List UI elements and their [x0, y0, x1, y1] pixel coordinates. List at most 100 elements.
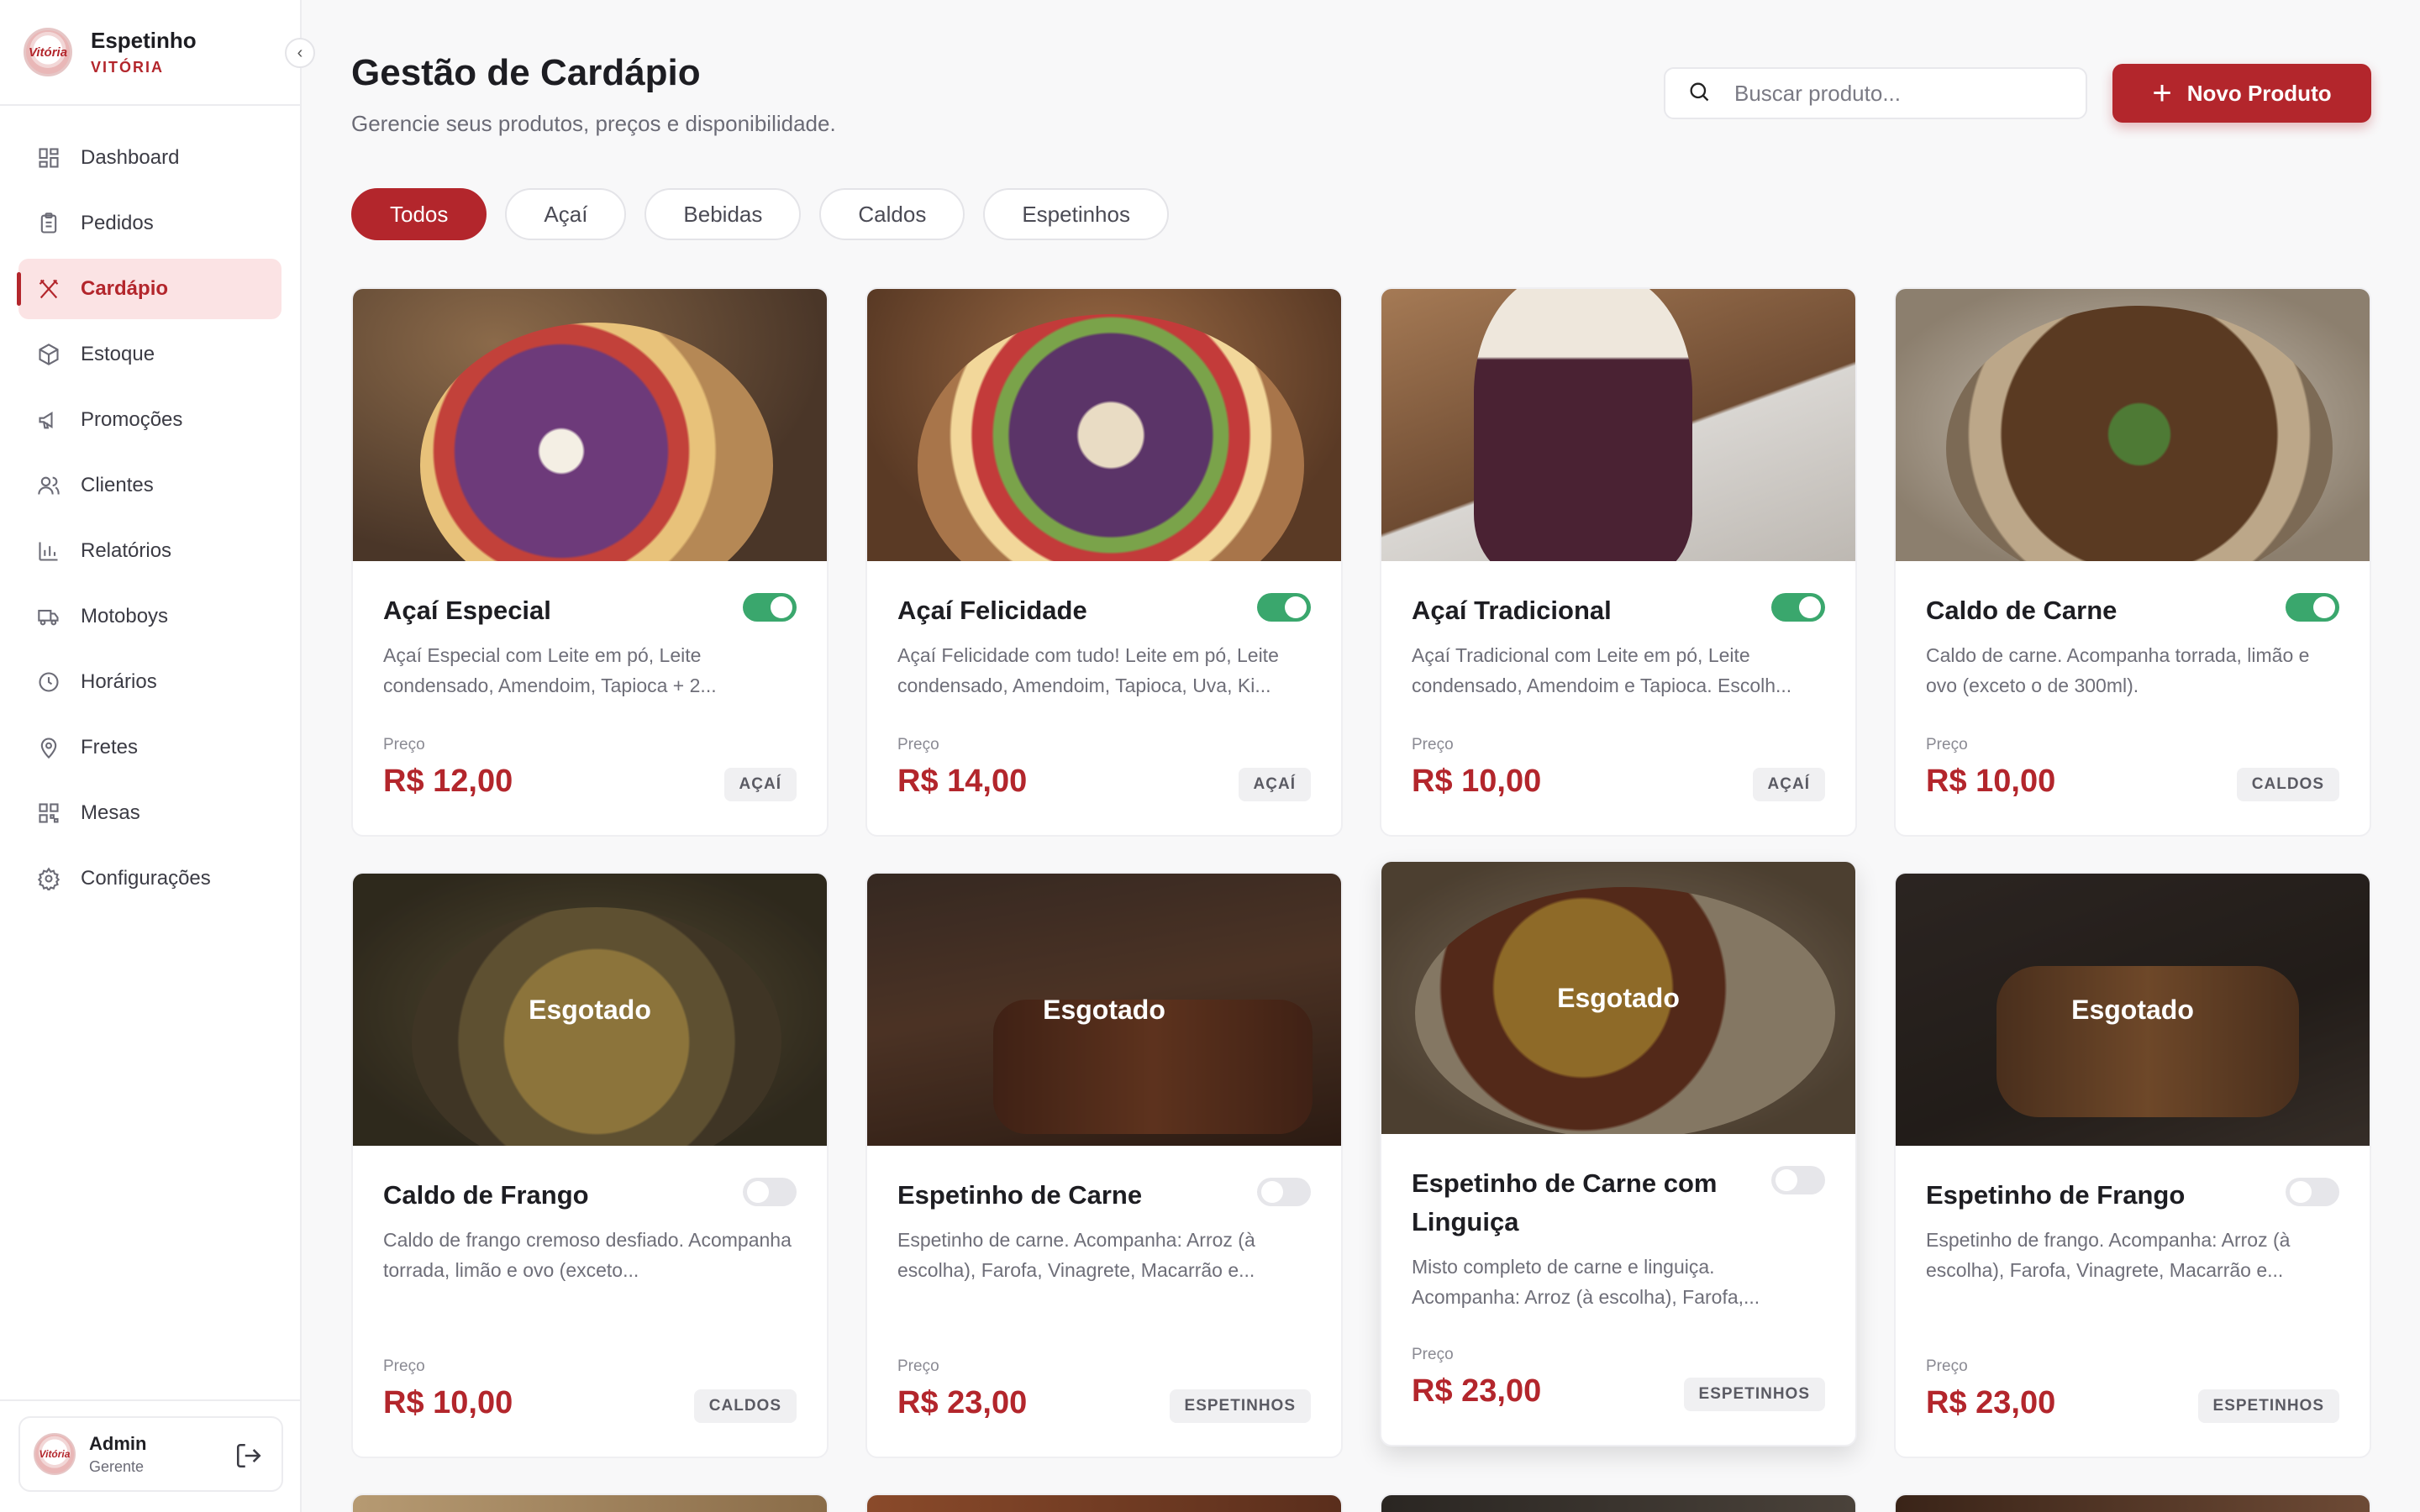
tab-acai[interactable]: Açaí — [505, 188, 627, 240]
map-pin-icon — [35, 734, 62, 761]
sidebar-item-horarios[interactable]: Horários — [18, 652, 281, 712]
availability-toggle[interactable] — [1771, 1166, 1825, 1194]
price-label: Preço — [897, 736, 939, 753]
brand-logo: Vitória — [24, 28, 72, 76]
sidebar-item-label: Fretes — [81, 736, 139, 759]
availability-toggle[interactable] — [743, 1178, 797, 1206]
product-name: Espetinho de Frango — [1926, 1180, 2186, 1210]
avatar-logo-text: Vitória — [39, 1448, 71, 1460]
product-price: R$ 10,00 — [1412, 764, 1542, 799]
sidebar-item-estoque[interactable]: Estoque — [18, 324, 281, 385]
sidebar-item-configuracoes[interactable]: Configurações — [18, 848, 281, 909]
sidebar-item-clientes[interactable]: Clientes — [18, 455, 281, 516]
sidebar-item-label: Cardápio — [81, 277, 169, 300]
availability-toggle[interactable] — [743, 593, 797, 622]
sidebar-item-label: Motoboys — [81, 605, 169, 627]
search-icon — [1687, 80, 1711, 108]
logout-icon[interactable] — [234, 1441, 263, 1470]
product-description: Açaí Especial com Leite em pó, Leite con… — [383, 644, 717, 696]
sidebar-item-relatorios[interactable]: Relatórios — [18, 521, 281, 581]
sold-out-overlay: Esgotado — [1381, 862, 1855, 1134]
product-card[interactable]: Esgotado Caldo de Frango Caldo de frango… — [351, 872, 829, 1458]
sidebar-item-label: Promoções — [81, 408, 183, 431]
price-label: Preço — [1412, 736, 1454, 753]
tab-espetinhos[interactable]: Espetinhos — [983, 188, 1169, 240]
qr-code-icon — [35, 800, 62, 827]
page-title: Gestão de Cardápio — [351, 52, 701, 93]
sold-out-overlay: Esgotado — [1896, 874, 2370, 1146]
product-description: Misto completo de carne e linguiça. Acom… — [1412, 1256, 1760, 1308]
search-input[interactable] — [1734, 80, 2070, 107]
product-image: Esgotado — [1381, 862, 1855, 1134]
sold-out-overlay: Esgotado — [867, 874, 1341, 1146]
brand-subtitle: VITÓRIA — [91, 59, 165, 76]
tab-todos[interactable]: Todos — [351, 188, 487, 240]
product-card-partial[interactable] — [1894, 1494, 2371, 1512]
user-name: Admin — [89, 1432, 147, 1454]
tab-bebidas[interactable]: Bebidas — [644, 188, 802, 240]
product-card-partial[interactable] — [1380, 1494, 1857, 1512]
user-profile[interactable]: Vitória Admin Gerente — [18, 1416, 283, 1492]
product-card[interactable]: Esgotado Espetinho de Carne com Linguiça… — [1380, 860, 1857, 1446]
sidebar-item-label: Relatórios — [81, 539, 172, 562]
search-box[interactable] — [1664, 67, 2087, 119]
product-description: Açaí Tradicional com Leite em pó, Leite … — [1412, 644, 1792, 696]
product-card[interactable]: Açaí Tradicional Açaí Tradicional com Le… — [1380, 287, 1857, 837]
bar-chart-icon — [35, 538, 62, 564]
sidebar-item-label: Configurações — [81, 867, 211, 890]
product-card-partial[interactable] — [865, 1494, 1343, 1512]
product-card[interactable]: Caldo de Carne Caldo de carne. Acompanha… — [1894, 287, 2371, 837]
sidebar-item-label: Clientes — [81, 474, 154, 496]
sidebar-item-label: Dashboard — [81, 146, 180, 169]
product-image: Esgotado — [353, 874, 827, 1146]
availability-toggle[interactable] — [1257, 1178, 1311, 1206]
sidebar-item-pedidos[interactable]: Pedidos — [18, 193, 281, 254]
product-image — [867, 289, 1341, 561]
sidebar-item-dashboard[interactable]: Dashboard — [18, 128, 281, 188]
category-badge: ESPETINHOS — [2197, 1389, 2339, 1423]
availability-toggle[interactable] — [2286, 1178, 2339, 1206]
availability-toggle[interactable] — [2286, 593, 2339, 622]
product-card-partial[interactable] — [351, 1494, 829, 1512]
sidebar-item-mesas[interactable]: Mesas — [18, 783, 281, 843]
product-description: Espetinho de carne. Acompanha: Arroz (à … — [897, 1229, 1255, 1281]
product-description: Caldo de frango cremoso desfiado. Acompa… — [383, 1229, 792, 1281]
truck-icon — [35, 603, 62, 630]
price-label: Preço — [1926, 1357, 1968, 1375]
product-card[interactable]: Esgotado Espetinho de Frango Espetinho d… — [1894, 872, 2371, 1458]
availability-toggle[interactable] — [1257, 593, 1311, 622]
category-badge: ESPETINHOS — [1683, 1378, 1825, 1411]
product-card[interactable]: Açaí Especial Açaí Especial com Leite em… — [351, 287, 829, 837]
category-badge: AÇAÍ — [1238, 768, 1311, 801]
new-product-button[interactable]: + Novo Produto — [2112, 64, 2371, 123]
availability-toggle[interactable] — [1771, 593, 1825, 622]
product-price: R$ 12,00 — [383, 764, 513, 799]
category-tabs: Todos Açaí Bebidas Caldos Espetinhos — [351, 188, 1187, 240]
sidebar-nav: Dashboard Pedidos Cardápio Estoque Promo… — [0, 106, 300, 909]
chevron-left-icon: ‹ — [297, 43, 303, 62]
sidebar-item-promocoes[interactable]: Promoções — [18, 390, 281, 450]
product-price: R$ 10,00 — [383, 1385, 513, 1420]
category-badge: CALDOS — [693, 1389, 797, 1423]
product-name: Caldo de Carne — [1926, 596, 2118, 625]
category-badge: AÇAÍ — [1752, 768, 1825, 801]
page-subtitle: Gerencie seus produtos, preços e disponi… — [351, 111, 836, 136]
dashboard-icon — [35, 144, 62, 171]
product-card[interactable]: Açaí Felicidade Açaí Felicidade com tudo… — [865, 287, 1343, 837]
brand-logo-text: Vitória — [28, 45, 68, 60]
sidebar-item-fretes[interactable]: Fretes — [18, 717, 281, 778]
sidebar-item-label: Estoque — [81, 343, 155, 365]
sidebar-item-motoboys[interactable]: Motoboys — [18, 586, 281, 647]
product-image: Esgotado — [867, 874, 1341, 1146]
product-price: R$ 23,00 — [897, 1385, 1028, 1420]
sidebar: Vitória Espetinho VITÓRIA ‹ Dashboard Pe… — [0, 0, 315, 1512]
collapse-sidebar-button[interactable]: ‹ — [285, 38, 315, 68]
price-label: Preço — [1412, 1346, 1454, 1363]
product-price: R$ 23,00 — [1926, 1385, 2056, 1420]
price-label: Preço — [1926, 736, 1968, 753]
product-card[interactable]: Esgotado Espetinho de Carne Espetinho de… — [865, 872, 1343, 1458]
sidebar-item-cardapio[interactable]: Cardápio — [17, 259, 281, 319]
product-name: Açaí Especial — [383, 596, 551, 625]
price-label: Preço — [383, 1357, 425, 1375]
tab-caldos[interactable]: Caldos — [819, 188, 965, 240]
